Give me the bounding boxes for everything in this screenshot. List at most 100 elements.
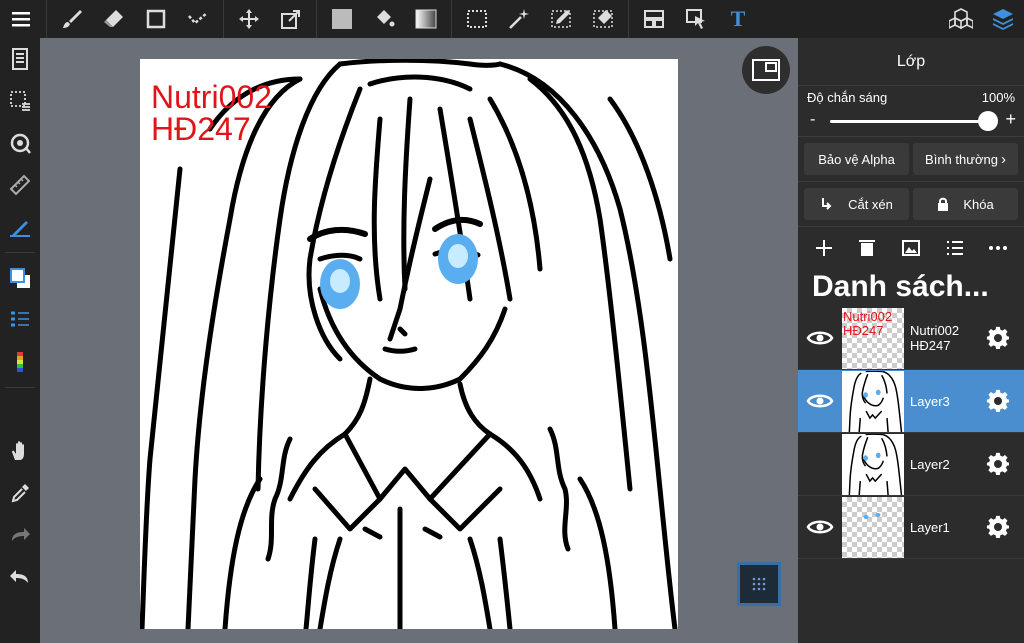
layer-name: Layer1 xyxy=(904,520,972,535)
navigator-button[interactable] xyxy=(742,46,790,94)
clipping-button[interactable]: Cắt xén xyxy=(804,188,909,220)
transform-icon[interactable] xyxy=(270,0,312,38)
layer-settings-button[interactable] xyxy=(972,433,1024,496)
lock-label: Khóa xyxy=(963,196,994,212)
layer-settings-button[interactable] xyxy=(972,370,1024,433)
brush-icon[interactable] xyxy=(51,0,93,38)
more-options-icon[interactable] xyxy=(988,238,1008,258)
chevron-right-icon: › xyxy=(1000,150,1006,168)
add-layer-icon[interactable] xyxy=(814,238,834,258)
layer-settings-button[interactable] xyxy=(972,307,1024,370)
shape-icon[interactable] xyxy=(135,0,177,38)
layer-settings-button[interactable] xyxy=(972,496,1024,559)
visibility-toggle[interactable] xyxy=(798,307,842,370)
layer-name: Nutri002 HĐ247 xyxy=(904,323,972,353)
frame-icon[interactable] xyxy=(633,0,675,38)
layer-name-line1: Layer1 xyxy=(910,519,950,535)
eyedropper-icon[interactable] xyxy=(0,472,40,514)
thumbnail-text-line2: HĐ247 xyxy=(843,322,884,338)
thumbnail-art xyxy=(863,512,881,519)
snap-icon[interactable] xyxy=(0,206,40,248)
opacity-minus-button[interactable]: - xyxy=(810,111,815,129)
alpha-protect-button[interactable]: Bảo vệ Alpha xyxy=(804,143,909,175)
layer-list: Nutri002 HĐ247 Nutri002 HĐ247 Layer3 Lay… xyxy=(798,307,1024,559)
layer-name-line1: Nutri002 xyxy=(910,323,960,338)
select-rect-icon[interactable] xyxy=(456,0,498,38)
color-swatch-icon[interactable] xyxy=(0,257,40,299)
layer-panel: Lớp Độ chắn sáng 100% - + Bảo vệ Alpha B… xyxy=(798,38,1024,643)
thumbnail-art xyxy=(848,433,903,495)
bucket-icon[interactable] xyxy=(363,0,405,38)
opacity-plus-button[interactable]: + xyxy=(1005,109,1016,130)
layers-icon[interactable] xyxy=(982,0,1024,38)
visibility-toggle[interactable] xyxy=(798,370,842,433)
grid-dots-icon xyxy=(752,577,766,591)
correction-icon[interactable] xyxy=(177,0,219,38)
blend-row: Bảo vệ Alpha Bình thường › xyxy=(798,137,1024,181)
eye-icon xyxy=(806,331,834,345)
lock-icon xyxy=(938,197,949,211)
blend-mode-button[interactable]: Bình thường › xyxy=(913,143,1018,175)
clipping-label: Cắt xén xyxy=(848,196,893,212)
eraser-icon[interactable] xyxy=(93,0,135,38)
fill-color-icon[interactable] xyxy=(321,0,363,38)
redo-icon[interactable] xyxy=(0,514,40,556)
canvas-text-layer: Nutri002 HĐ247 xyxy=(151,81,272,145)
clip-lock-row: Cắt xén Khóa xyxy=(798,182,1024,226)
layer-name-line1: Layer3 xyxy=(910,393,950,409)
layer-thumbnail xyxy=(842,370,904,432)
layer-row-4[interactable]: Layer1 xyxy=(798,496,1024,559)
layer-name-line1: Layer2 xyxy=(910,456,950,472)
thumbnail-text: Nutri002 HĐ247 xyxy=(843,308,893,338)
opacity-slider[interactable]: - + xyxy=(798,106,1024,136)
alpha-protect-label: Bảo vệ Alpha xyxy=(818,151,895,167)
layer-row-2[interactable]: Layer3 xyxy=(798,370,1024,433)
toolbar-divider xyxy=(46,0,47,38)
magic-wand-icon[interactable] xyxy=(498,0,540,38)
thumbnail-art xyxy=(848,370,903,432)
lock-button[interactable]: Khóa xyxy=(913,188,1018,220)
hand-icon[interactable] xyxy=(0,430,40,472)
layer-name-line2: HĐ247 xyxy=(910,338,951,353)
thumbnail-text-line1: Nutri002 xyxy=(843,308,893,324)
visibility-toggle[interactable] xyxy=(798,433,842,496)
layer-list-title: Danh sách... xyxy=(812,270,989,303)
layer-list-icon[interactable] xyxy=(945,238,965,258)
material-icon[interactable] xyxy=(940,0,982,38)
gradient-icon[interactable] xyxy=(405,0,447,38)
canvas-area[interactable]: Nutri002 HĐ247 xyxy=(40,38,798,643)
toolbar-divider xyxy=(451,0,452,38)
delete-layer-icon[interactable] xyxy=(857,238,877,258)
layer-name: Layer3 xyxy=(904,394,972,409)
layer-actions-row xyxy=(798,227,1024,269)
color-palette-icon[interactable] xyxy=(0,341,40,383)
layer-row-3[interactable]: Layer2 xyxy=(798,433,1024,496)
page-manager-icon[interactable] xyxy=(0,38,40,80)
canvas-text-line1: Nutri002 xyxy=(151,79,272,115)
panel-title: Lớp xyxy=(798,38,1024,86)
slider-track[interactable] xyxy=(830,120,988,123)
navigator-icon xyxy=(752,59,780,81)
brush-size-icon[interactable] xyxy=(0,299,40,341)
top-toolbar: T xyxy=(0,0,1024,38)
toolbar-divider xyxy=(5,387,35,388)
opacity-value: 100% xyxy=(981,90,1015,105)
select-layer-icon[interactable] xyxy=(675,0,717,38)
select-eraser-icon[interactable] xyxy=(582,0,624,38)
text-icon[interactable]: T xyxy=(717,0,759,38)
slider-thumb[interactable] xyxy=(978,111,998,131)
select-pen-icon[interactable] xyxy=(540,0,582,38)
import-image-icon[interactable] xyxy=(901,238,921,258)
rotate-view-icon[interactable] xyxy=(0,122,40,164)
quick-access-button[interactable] xyxy=(737,562,781,606)
undo-icon[interactable] xyxy=(0,556,40,598)
layer-row-1[interactable]: Nutri002 HĐ247 Nutri002 HĐ247 xyxy=(798,307,1024,370)
menu-icon[interactable] xyxy=(0,0,42,38)
eye-icon xyxy=(806,394,834,408)
ruler-icon[interactable] xyxy=(0,164,40,206)
drawing-canvas[interactable]: Nutri002 HĐ247 xyxy=(140,59,678,629)
gear-icon xyxy=(986,389,1009,412)
visibility-toggle[interactable] xyxy=(798,496,842,559)
selection-menu-icon[interactable] xyxy=(0,80,40,122)
move-icon[interactable] xyxy=(228,0,270,38)
